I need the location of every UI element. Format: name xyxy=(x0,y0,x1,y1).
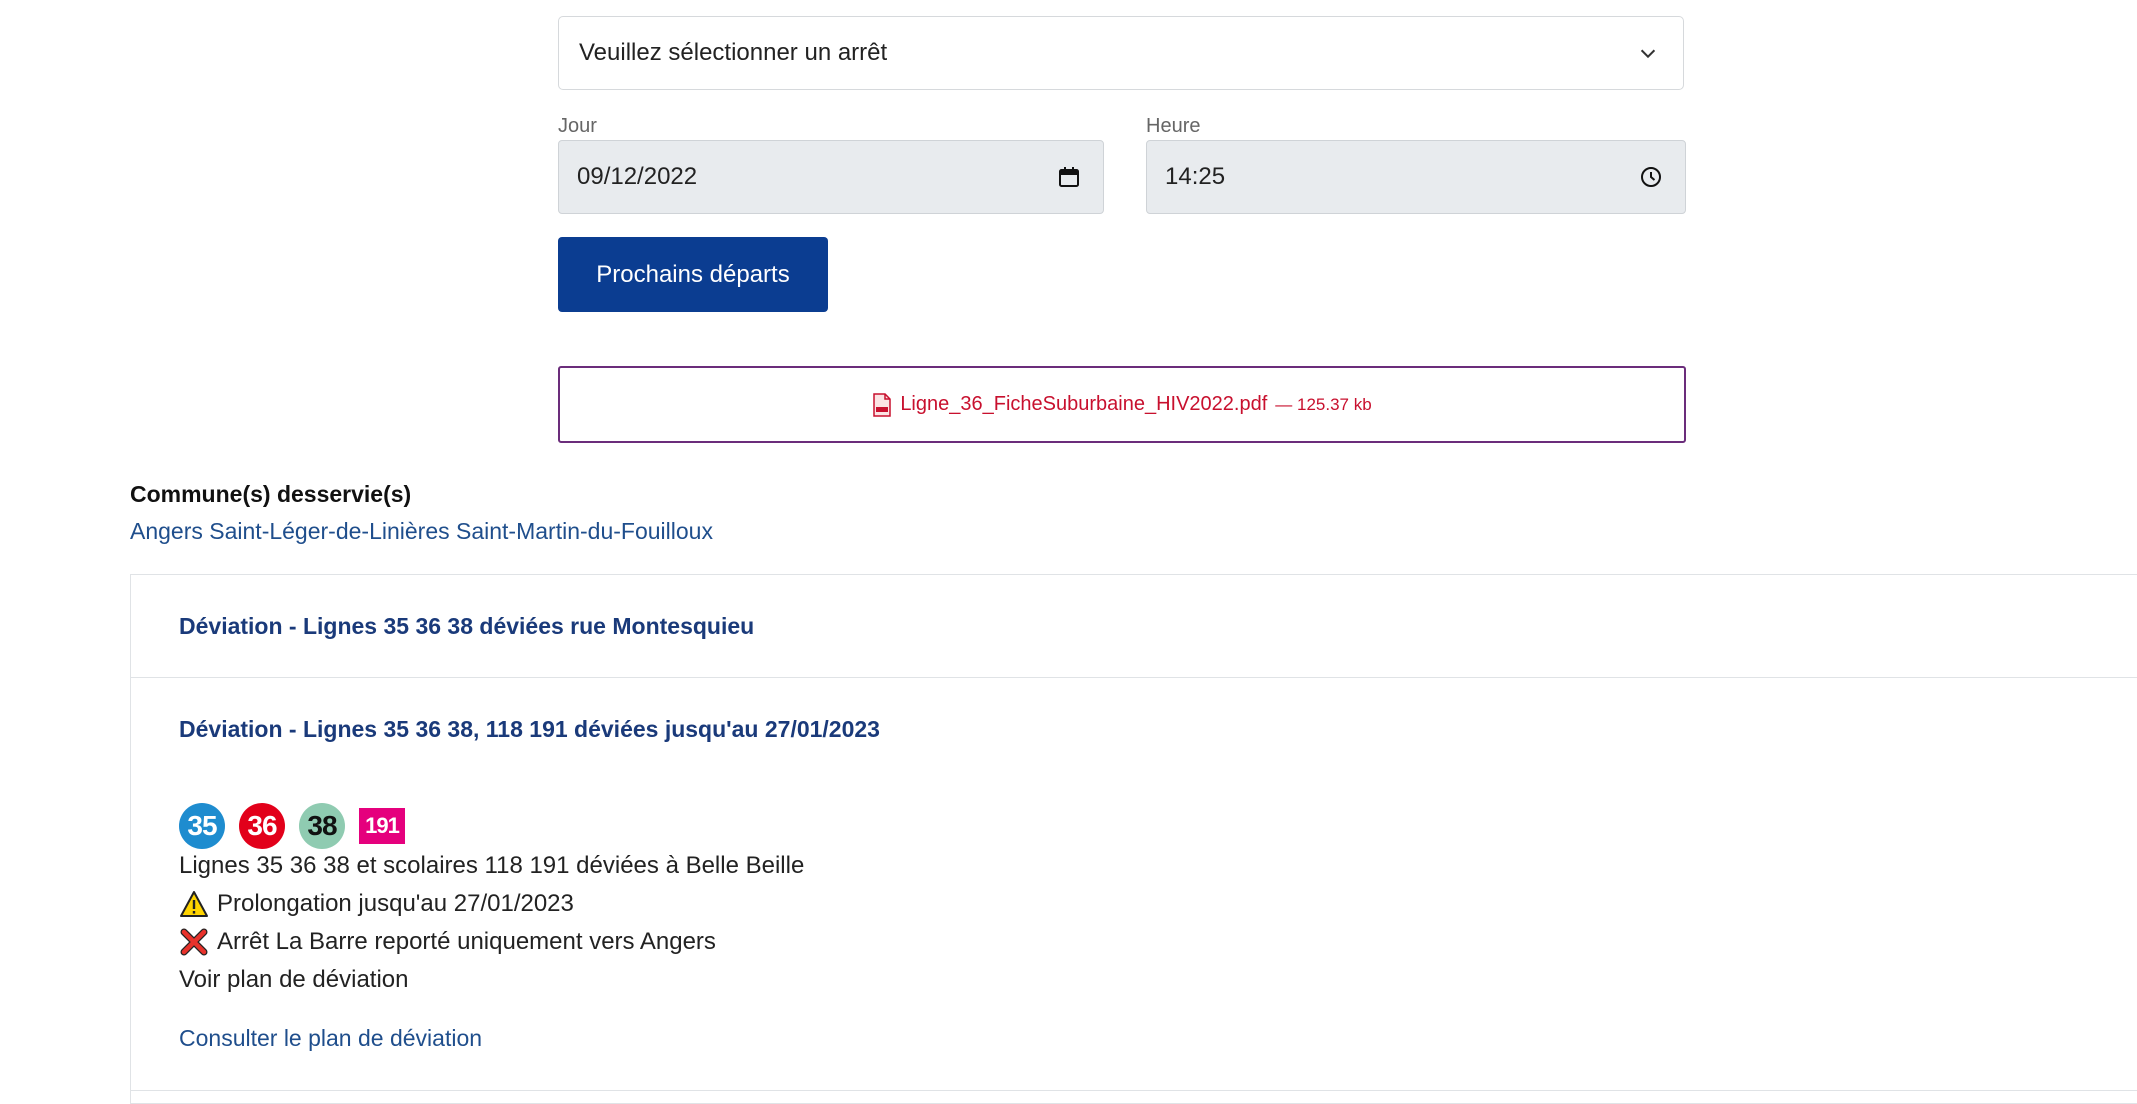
alert-line-text: Prolongation jusqu'au 27/01/2023 xyxy=(217,890,574,917)
calendar-icon[interactable] xyxy=(1057,165,1081,189)
pdf-download-box: Ligne_36_FicheSuburbaine_HIV2022.pdf — 1… xyxy=(558,366,1686,443)
chevron-down-icon xyxy=(1640,49,1656,59)
alert-line-text: Arrêt La Barre reporté uniquement vers A… xyxy=(217,928,716,955)
alert-header-1[interactable]: Déviation - Lignes 35 36 38 déviées rue … xyxy=(131,575,2137,678)
communes-list: Angers Saint-Léger-de-Linières Saint-Mar… xyxy=(130,518,713,544)
communes-title: Commune(s) desservie(s) xyxy=(130,481,412,507)
stop-select-value: Veuillez sélectionner un arrêt xyxy=(579,39,888,66)
next-departures-button[interactable]: Prochains départs xyxy=(558,237,828,312)
line-badges: 35 36 38 191 xyxy=(179,803,405,849)
alert-line: Lignes 35 36 38 et scolaires 118 191 dév… xyxy=(179,852,804,880)
time-label: Heure xyxy=(1146,115,1201,137)
time-value: 14:25 xyxy=(1165,163,1226,190)
cross-icon xyxy=(180,928,208,956)
line-badge-36[interactable]: 36 xyxy=(239,803,285,849)
time-input[interactable]: 14:25 xyxy=(1146,140,1686,214)
alert-title: Déviation - Lignes 35 36 38 déviées rue … xyxy=(179,613,755,639)
pdf-filename: Ligne_36_FicheSuburbaine_HIV2022.pdf xyxy=(900,393,1268,415)
line-badge-35[interactable]: 35 xyxy=(179,803,225,849)
pdf-download-link[interactable]: Ligne_36_FicheSuburbaine_HIV2022.pdf xyxy=(872,392,1268,417)
line-badge-38[interactable]: 38 xyxy=(299,803,345,849)
alert-title: Déviation - Lignes 35 36 38, 118 191 dév… xyxy=(179,716,880,742)
alert-header-2[interactable]: Déviation - Lignes 35 36 38, 118 191 dév… xyxy=(131,678,2137,781)
alert-line-text: Lignes 35 36 38 et scolaires 118 191 dév… xyxy=(179,852,805,879)
pdf-file-icon xyxy=(873,392,892,417)
alert-line: Prolongation jusqu'au 27/01/2023 xyxy=(179,890,574,918)
clock-icon[interactable] xyxy=(1639,165,1663,189)
date-label: Jour xyxy=(558,115,597,137)
warning-icon xyxy=(180,891,208,917)
pdf-size: — 125.37 kb xyxy=(1275,394,1372,414)
alert-line: Arrêt La Barre reporté uniquement vers A… xyxy=(179,928,716,956)
alert-line-text: Voir plan de déviation xyxy=(179,966,409,993)
date-input[interactable]: 09/12/2022 xyxy=(558,140,1104,214)
date-value: 09/12/2022 xyxy=(577,163,698,190)
line-badge-191[interactable]: 191 xyxy=(359,808,405,844)
alert-divider xyxy=(131,1090,2137,1091)
deviation-plan-link[interactable]: Consulter le plan de déviation xyxy=(179,1025,482,1052)
stop-select[interactable]: Veuillez sélectionner un arrêt xyxy=(558,16,1684,90)
alert-line: Voir plan de déviation xyxy=(179,966,409,994)
alerts-accordion: Déviation - Lignes 35 36 38 déviées rue … xyxy=(130,574,2137,1104)
